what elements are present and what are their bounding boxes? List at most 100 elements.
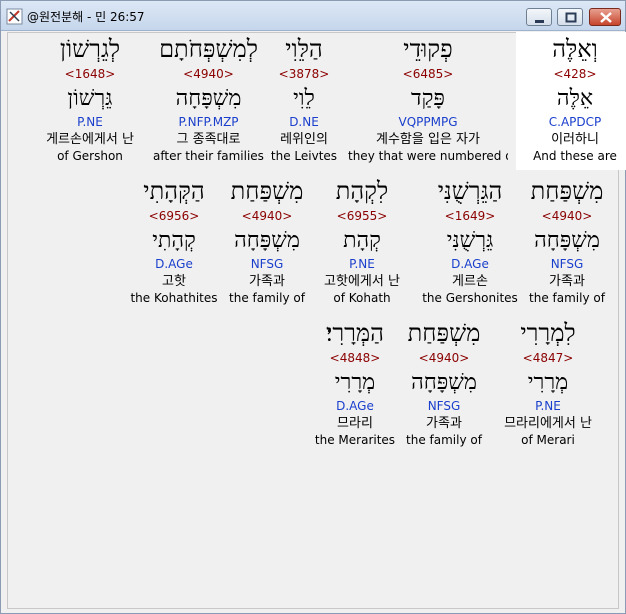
korean-gloss: 므라리에게서 난 bbox=[504, 416, 592, 431]
english-gloss: And these are bbox=[533, 149, 617, 163]
strongs-number[interactable]: <6956> bbox=[126, 208, 222, 224]
lemma-word: פָּקַד bbox=[411, 86, 445, 111]
app-icon bbox=[6, 8, 23, 25]
word-block[interactable]: לְמִשְׁפְּחֹתָם <4940> מִשְׁפָּחָה P.NFP… bbox=[151, 32, 266, 164]
minimize-icon bbox=[535, 20, 544, 23]
title-bar[interactable]: @원전분해 - 민 26:57 bbox=[1, 1, 625, 31]
english-gloss: they that were numbered of bbox=[348, 149, 508, 163]
lemma-word: קְהָתִי bbox=[152, 228, 196, 253]
korean-gloss: 레위인의 bbox=[280, 132, 328, 147]
korean-gloss: 고핫 bbox=[162, 274, 186, 289]
korean-gloss: 계수함을 입은 자가 bbox=[376, 132, 480, 147]
hebrew-word: הַגֵּרְשֻׁנִּי bbox=[437, 177, 503, 205]
lemma-word: מִשְׁפָּחָה bbox=[234, 228, 300, 253]
morph-code[interactable]: NFSG bbox=[399, 398, 489, 414]
window-title: @원전분해 - 민 26:57 bbox=[27, 10, 145, 24]
strongs-number[interactable]: <1649> bbox=[418, 208, 522, 224]
morph-code[interactable]: C.APDCP bbox=[516, 114, 626, 130]
korean-gloss: 가족과 bbox=[549, 274, 585, 289]
strongs-number[interactable]: <428> bbox=[516, 66, 626, 82]
english-gloss: the Leivtes bbox=[270, 149, 338, 163]
english-gloss: after their families bbox=[153, 149, 264, 163]
hebrew-word: לְמִשְׁפְּחֹתָם bbox=[159, 35, 258, 63]
word-block[interactable]: לִקְהָת <6955> קְהָת P.NE 고핫에게서 난 of Koh… bbox=[312, 174, 412, 306]
english-gloss: the family of bbox=[529, 291, 605, 305]
morph-code[interactable]: D.AGe bbox=[310, 398, 400, 414]
english-gloss: the Kohathites bbox=[130, 291, 218, 305]
hebrew-word: הַלֵּוִי bbox=[285, 35, 323, 63]
word-block[interactable]: הַגֵּרְשֻׁנִּי <1649> גֵּרְשֻׁנִּי D.AGe… bbox=[418, 174, 522, 306]
korean-gloss: 게르손 bbox=[452, 274, 488, 289]
morph-code[interactable]: D.NE bbox=[264, 114, 344, 130]
word-block[interactable]: הַלֵּוִי <3878> לֵוִי D.NE 레위인의 the Leiv… bbox=[264, 32, 344, 164]
hebrew-word: פְקוּדֵי bbox=[403, 35, 453, 63]
app-window: @원전분해 - 민 26:57 וְאֵלֶּה <428> אֵלֶּה C.… bbox=[0, 0, 626, 614]
lemma-word: מְרָרִי bbox=[334, 370, 376, 395]
lemma-word: גֵּרְשֻׁנִּי bbox=[446, 228, 494, 253]
hebrew-word: מִשְׁפַּחַת bbox=[230, 177, 304, 205]
korean-gloss: 게르손에게서 난 bbox=[46, 132, 134, 147]
korean-gloss: 가족과 bbox=[426, 416, 462, 431]
word-block[interactable]: לִמְרָרִי <4847> מְרָרִי P.NE 므라리에게서 난 o… bbox=[491, 316, 605, 448]
hebrew-word: לִקְהָת bbox=[335, 177, 389, 205]
word-block[interactable]: הַמְּרָרִי׃ <4848> מְרָרִי D.AGe 므라리 the… bbox=[310, 316, 400, 448]
word-block[interactable]: מִשְׁפַּחַת <4940> מִשְׁפָּחָה NFSG 가족과 … bbox=[522, 174, 612, 306]
english-gloss: of Gershon bbox=[57, 149, 123, 163]
korean-gloss: 그 종족대로 bbox=[176, 132, 241, 147]
korean-gloss: 이러하니 bbox=[551, 132, 599, 147]
interlinear-panel: וְאֵלֶּה <428> אֵלֶּה C.APDCP 이러하니 And t… bbox=[7, 32, 626, 609]
morph-code[interactable]: P.NFP.MZP bbox=[151, 114, 266, 130]
hebrew-word: הַמְּרָרִי׃ bbox=[326, 319, 384, 347]
morph-code[interactable]: D.AGe bbox=[418, 256, 522, 272]
word-block[interactable]: הַקְּהָתִי <6956> קְהָתִי D.AGe 고핫 the K… bbox=[126, 174, 222, 306]
lemma-word: קְהָת bbox=[343, 228, 381, 253]
lemma-word: מִשְׁפָּחָה bbox=[175, 86, 242, 111]
minimize-button[interactable] bbox=[526, 8, 552, 26]
korean-gloss: 므라리 bbox=[337, 416, 373, 431]
strongs-number[interactable]: <6955> bbox=[312, 208, 412, 224]
strongs-number[interactable]: <4848> bbox=[310, 350, 400, 366]
maximize-icon bbox=[565, 12, 577, 23]
word-block[interactable]: מִשְׁפַּחַת <4940> מִשְׁפָּחָה NFSG 가족과 … bbox=[399, 316, 489, 448]
morph-code[interactable]: NFSG bbox=[222, 256, 312, 272]
lemma-word: מְרָרִי bbox=[527, 370, 569, 395]
korean-gloss: 가족과 bbox=[249, 274, 285, 289]
morph-code[interactable]: P.NE bbox=[312, 256, 412, 272]
english-gloss: of Merari bbox=[521, 433, 575, 447]
lemma-word: מִשְׁפָּחָה bbox=[411, 370, 477, 395]
word-block[interactable]: לְגֵרְשׁוֹן <1648> גֵּרְשׁוֹן P.NE 게르손에게… bbox=[28, 32, 152, 164]
lemma-word: מִשְׁפָּחָה bbox=[534, 228, 600, 253]
strongs-number[interactable]: <4940> bbox=[151, 66, 266, 82]
strongs-number[interactable]: <6485> bbox=[348, 66, 508, 82]
lemma-word: גֵּרְשׁוֹן bbox=[67, 86, 113, 111]
close-icon bbox=[600, 12, 612, 23]
morph-code[interactable]: P.NE bbox=[28, 114, 152, 130]
korean-gloss: 고핫에게서 난 bbox=[324, 274, 400, 289]
hebrew-word: מִשְׁפַּחַת bbox=[407, 319, 481, 347]
strongs-number[interactable]: <4940> bbox=[522, 208, 612, 224]
lemma-word: אֵלֶּה bbox=[556, 86, 594, 111]
english-gloss: the Gershonites bbox=[422, 291, 518, 305]
hebrew-word: לִמְרָרִי bbox=[520, 319, 576, 347]
hebrew-word: הַקְּהָתִי bbox=[143, 177, 205, 205]
strongs-number[interactable]: <3878> bbox=[264, 66, 344, 82]
morph-code[interactable]: NFSG bbox=[522, 256, 612, 272]
hebrew-word: מִשְׁפַּחַת bbox=[530, 177, 604, 205]
hebrew-word: לְגֵרְשׁוֹן bbox=[59, 35, 121, 63]
strongs-number[interactable]: <4847> bbox=[491, 350, 605, 366]
word-block[interactable]: פְקוּדֵי <6485> פָּקַד VQPPMPG 계수함을 입은 자… bbox=[348, 32, 508, 164]
strongs-number[interactable]: <1648> bbox=[28, 66, 152, 82]
morph-code[interactable]: P.NE bbox=[491, 398, 605, 414]
english-gloss: the family of bbox=[229, 291, 305, 305]
english-gloss: the Merarites bbox=[314, 433, 396, 447]
hebrew-word: וְאֵלֶּה bbox=[552, 35, 598, 63]
strongs-number[interactable]: <4940> bbox=[222, 208, 312, 224]
maximize-button[interactable] bbox=[557, 8, 583, 26]
close-button[interactable] bbox=[589, 8, 621, 26]
morph-code[interactable]: D.AGe bbox=[126, 256, 222, 272]
strongs-number[interactable]: <4940> bbox=[399, 350, 489, 366]
word-block[interactable]: מִשְׁפַּחַת <4940> מִשְׁפָּחָה NFSG 가족과 … bbox=[222, 174, 312, 306]
word-block[interactable]: וְאֵלֶּה <428> אֵלֶּה C.APDCP 이러하니 And t… bbox=[516, 32, 626, 170]
morph-code[interactable]: VQPPMPG bbox=[348, 114, 508, 130]
english-gloss: the family of bbox=[406, 433, 482, 447]
